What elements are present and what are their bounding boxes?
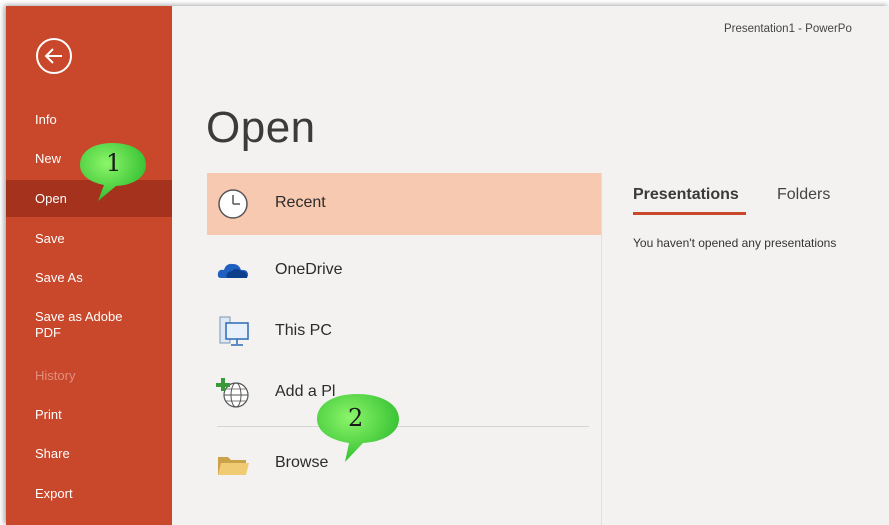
callout-number: 2 (348, 404, 364, 432)
sidebar-item-save[interactable]: Save (6, 231, 172, 247)
location-label: OneDrive (275, 261, 343, 278)
arrow-left-icon (44, 48, 62, 64)
pane-divider (601, 173, 602, 525)
location-label: This PC (275, 322, 332, 339)
tab-folders[interactable]: Folders (777, 186, 830, 204)
location-onedrive[interactable]: OneDrive (207, 240, 601, 302)
computer-icon (219, 316, 249, 346)
sidebar-item-info[interactable]: Info (6, 112, 172, 128)
window-title: Presentation1 - PowerPo (724, 23, 852, 35)
empty-state-message: You haven't opened any presentations (633, 236, 837, 250)
location-recent[interactable]: Recent (207, 173, 601, 235)
location-browse[interactable]: Browse (207, 433, 601, 495)
sidebar-item-print[interactable]: Print (6, 407, 172, 423)
backstage-sidebar: Info New Open Save Save As Save as Adobe… (6, 6, 172, 525)
active-tab-indicator (633, 212, 746, 215)
page-title: Open (206, 103, 316, 152)
callout-number: 1 (106, 149, 122, 177)
location-divider (217, 426, 589, 427)
location-add-a-place[interactable]: Add a Pl (207, 362, 601, 424)
callout-2: 2 (311, 392, 401, 464)
cloud-icon (217, 263, 248, 278)
clock-icon (218, 189, 248, 219)
callout-1: 1 (76, 141, 148, 203)
location-this-pc[interactable]: This PC (207, 301, 601, 363)
sidebar-item-history: History (35, 368, 76, 383)
sidebar-item-share[interactable]: Share (6, 446, 172, 462)
sidebar-item-save-as[interactable]: Save As (6, 270, 172, 286)
globe-plus-icon (216, 378, 249, 408)
backstage-window: Info New Open Save Save As Save as Adobe… (6, 6, 889, 525)
location-list: Recent OneDrive This PC Add a Pl Browse (207, 173, 601, 525)
folder-icon (218, 457, 249, 475)
location-label: Recent (275, 194, 326, 211)
sidebar-item-export[interactable]: Export (6, 486, 172, 502)
tab-presentations[interactable]: Presentations (633, 186, 739, 204)
sidebar-item-save-as-adobe-pdf[interactable]: Save as Adobe PDF (6, 309, 172, 341)
back-button[interactable] (36, 38, 72, 74)
